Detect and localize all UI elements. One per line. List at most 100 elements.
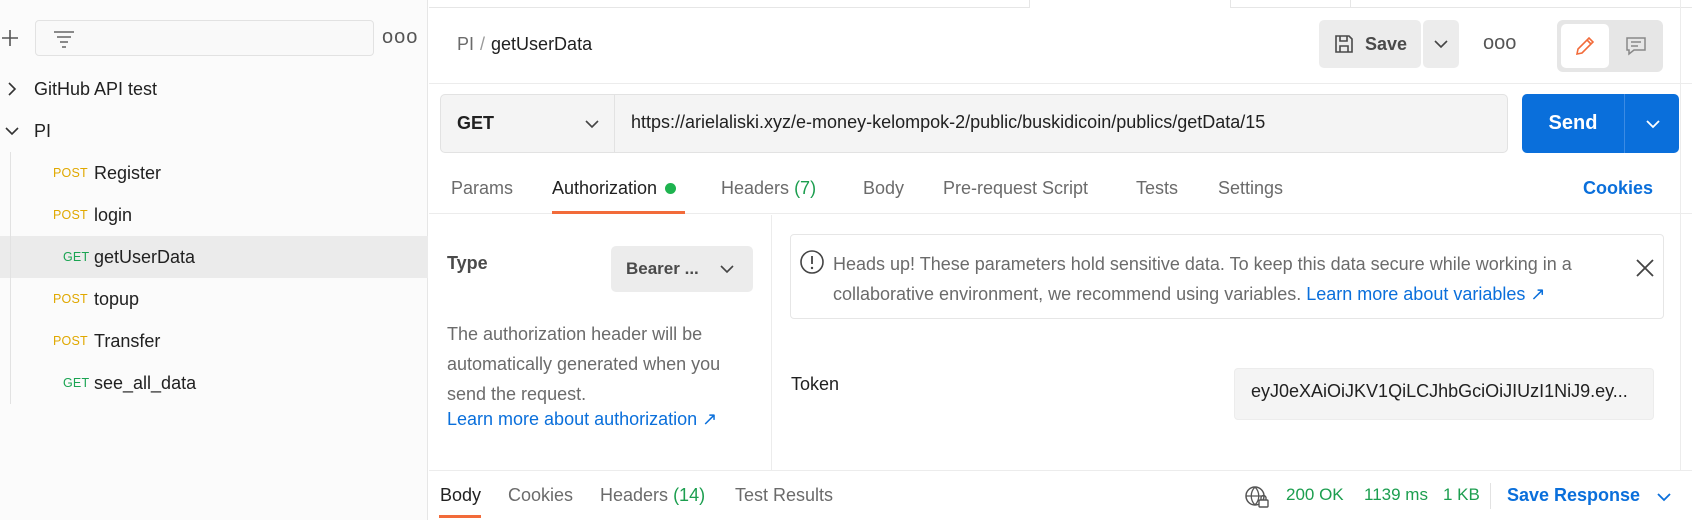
save-options-button[interactable]: [1423, 20, 1459, 68]
chevron-down-icon[interactable]: [1656, 489, 1672, 505]
auth-description: The authorization header will be automat…: [447, 324, 721, 404]
chevron-right-icon[interactable]: [4, 81, 20, 97]
status-dot-icon: [665, 182, 677, 194]
request-header: PI / getUserData Save ooo: [429, 14, 1692, 84]
response-tab-test-results[interactable]: Test Results: [735, 485, 833, 506]
method-select[interactable]: GET: [441, 95, 615, 152]
tab-headers[interactable]: Headers (7): [721, 178, 816, 199]
tree-guide-line: [10, 152, 11, 404]
tab-tests[interactable]: Tests: [1136, 178, 1178, 199]
breadcrumb-request[interactable]: getUserData: [491, 34, 592, 54]
send-button[interactable]: Send: [1522, 94, 1625, 153]
breadcrumb: PI / getUserData: [457, 34, 592, 55]
sensitive-data-warning: Heads up! These parameters hold sensitiv…: [790, 234, 1664, 319]
filter-input[interactable]: [35, 20, 374, 56]
collection-tree: GitHub API test PI POST Register POST lo…: [0, 68, 428, 404]
method-badge: POST: [53, 208, 88, 222]
divider: [1490, 483, 1491, 509]
tab-authorization-label: Authorization: [552, 178, 658, 198]
sidebar: ooo GitHub API test PI POST Register POS…: [0, 0, 428, 520]
save-response-button[interactable]: Save Response: [1507, 485, 1640, 506]
token-label: Token: [791, 374, 840, 394]
method-badge: GET: [63, 250, 90, 264]
chevron-down-icon: [1645, 119, 1660, 128]
request-item-register[interactable]: POST Register: [0, 152, 428, 194]
view-mode-toggle: [1557, 20, 1663, 72]
method-badge: POST: [53, 334, 88, 348]
request-item-login[interactable]: POST login: [0, 194, 428, 236]
response-headers-count: (14): [673, 485, 706, 505]
response-tab-headers[interactable]: Headers (14): [600, 485, 705, 506]
response-tab-body[interactable]: Body: [440, 485, 481, 506]
globe-lock-icon[interactable]: [1244, 484, 1270, 510]
plus-icon[interactable]: [0, 28, 20, 48]
request-more-button[interactable]: ooo: [1483, 32, 1516, 56]
active-tab-indicator: [552, 211, 685, 214]
breadcrumb-separator: /: [480, 34, 486, 54]
sidebar-toolbar: ooo: [0, 18, 428, 58]
tab-strip-segment[interactable]: [1231, 0, 1692, 8]
tab-prerequest-script[interactable]: Pre-request Script: [943, 178, 1088, 199]
chevron-down-icon: [1434, 40, 1448, 49]
tab-body[interactable]: Body: [863, 178, 904, 199]
method-value: GET: [457, 113, 495, 133]
save-button[interactable]: Save: [1319, 20, 1421, 68]
tab-params[interactable]: Params: [451, 178, 513, 199]
chevron-down-icon: [720, 265, 734, 274]
request-name: see_all_data: [94, 372, 197, 393]
request-editor: PI / getUserData Save ooo GET https://ar…: [429, 0, 1692, 520]
auth-type-select[interactable]: Bearer ...: [611, 246, 753, 292]
response-status[interactable]: 200 OK: [1286, 485, 1344, 505]
request-name: Transfer: [94, 330, 161, 351]
chevron-down-icon[interactable]: [4, 123, 20, 139]
response-time[interactable]: 1139 ms: [1364, 485, 1428, 505]
sidebar-more-button[interactable]: ooo: [382, 26, 417, 50]
url-input[interactable]: https://arielaliski.xyz/e-money-kelompok…: [631, 112, 1265, 133]
tab-settings[interactable]: Settings: [1218, 178, 1283, 199]
filter-icon: [54, 31, 74, 48]
tab-strip: [429, 0, 1692, 8]
auth-type-label: Type: [447, 253, 488, 273]
request-item-transfer[interactable]: POST Transfer: [0, 320, 428, 362]
comment-mode-button[interactable]: [1613, 24, 1659, 68]
pencil-icon: [1575, 36, 1595, 56]
headers-count: (7): [794, 178, 817, 198]
url-bar: GET https://arielaliski.xyz/e-money-kelo…: [440, 94, 1508, 153]
request-item-see-all-data[interactable]: GET see_all_data: [0, 362, 428, 404]
send-options-button[interactable]: [1626, 94, 1679, 153]
response-bar: Body Cookies Headers (14) Test Results 2…: [429, 470, 1692, 520]
method-badge: GET: [63, 376, 90, 390]
auth-type-value: Bearer ...: [626, 259, 699, 278]
response-size[interactable]: 1 KB: [1443, 485, 1480, 505]
collection-name: PI: [34, 120, 52, 141]
method-badge: POST: [53, 166, 88, 180]
request-name: topup: [94, 288, 140, 309]
tab-headers-label: Headers: [721, 178, 790, 198]
request-tabs: Params Authorization Headers (7) Body Pr…: [429, 170, 1692, 214]
request-name: getUserData: [94, 246, 196, 267]
warning-message: Heads up! These parameters hold sensitiv…: [833, 249, 1623, 309]
learn-more-variables-link[interactable]: Learn more about variables ↗: [1306, 284, 1545, 304]
auth-type-panel: Type Bearer ... The authorization header…: [429, 215, 772, 470]
request-name: Register: [94, 162, 162, 183]
breadcrumb-collection[interactable]: PI: [457, 34, 474, 54]
response-tab-cookies[interactable]: Cookies: [508, 485, 573, 506]
close-icon[interactable]: [1634, 257, 1656, 279]
tab-authorization[interactable]: Authorization: [552, 178, 677, 199]
save-label: Save: [1365, 33, 1408, 54]
token-input[interactable]: eyJ0eXAiOiJKV1QiLCJhbGciOiJIUzI1NiJ9.ey.…: [1234, 368, 1654, 420]
cookies-link[interactable]: Cookies: [1583, 178, 1653, 199]
edit-mode-button[interactable]: [1561, 24, 1609, 68]
collection-github-api-test[interactable]: GitHub API test: [0, 68, 428, 110]
learn-more-authorization-link[interactable]: Learn more about authorization ↗: [447, 409, 717, 430]
comment-icon: [1626, 37, 1646, 56]
request-item-topup[interactable]: POST topup: [0, 278, 428, 320]
chevron-down-icon: [585, 120, 599, 129]
panel-border: [1680, 0, 1681, 470]
tab-separator: [1029, 0, 1030, 8]
save-icon: [1335, 35, 1353, 53]
collection-name: GitHub API test: [34, 78, 158, 99]
collection-pi[interactable]: PI: [0, 110, 428, 152]
tab-strip-segment[interactable]: [429, 0, 1029, 8]
request-item-getuserdata[interactable]: GET getUserData: [0, 236, 428, 278]
